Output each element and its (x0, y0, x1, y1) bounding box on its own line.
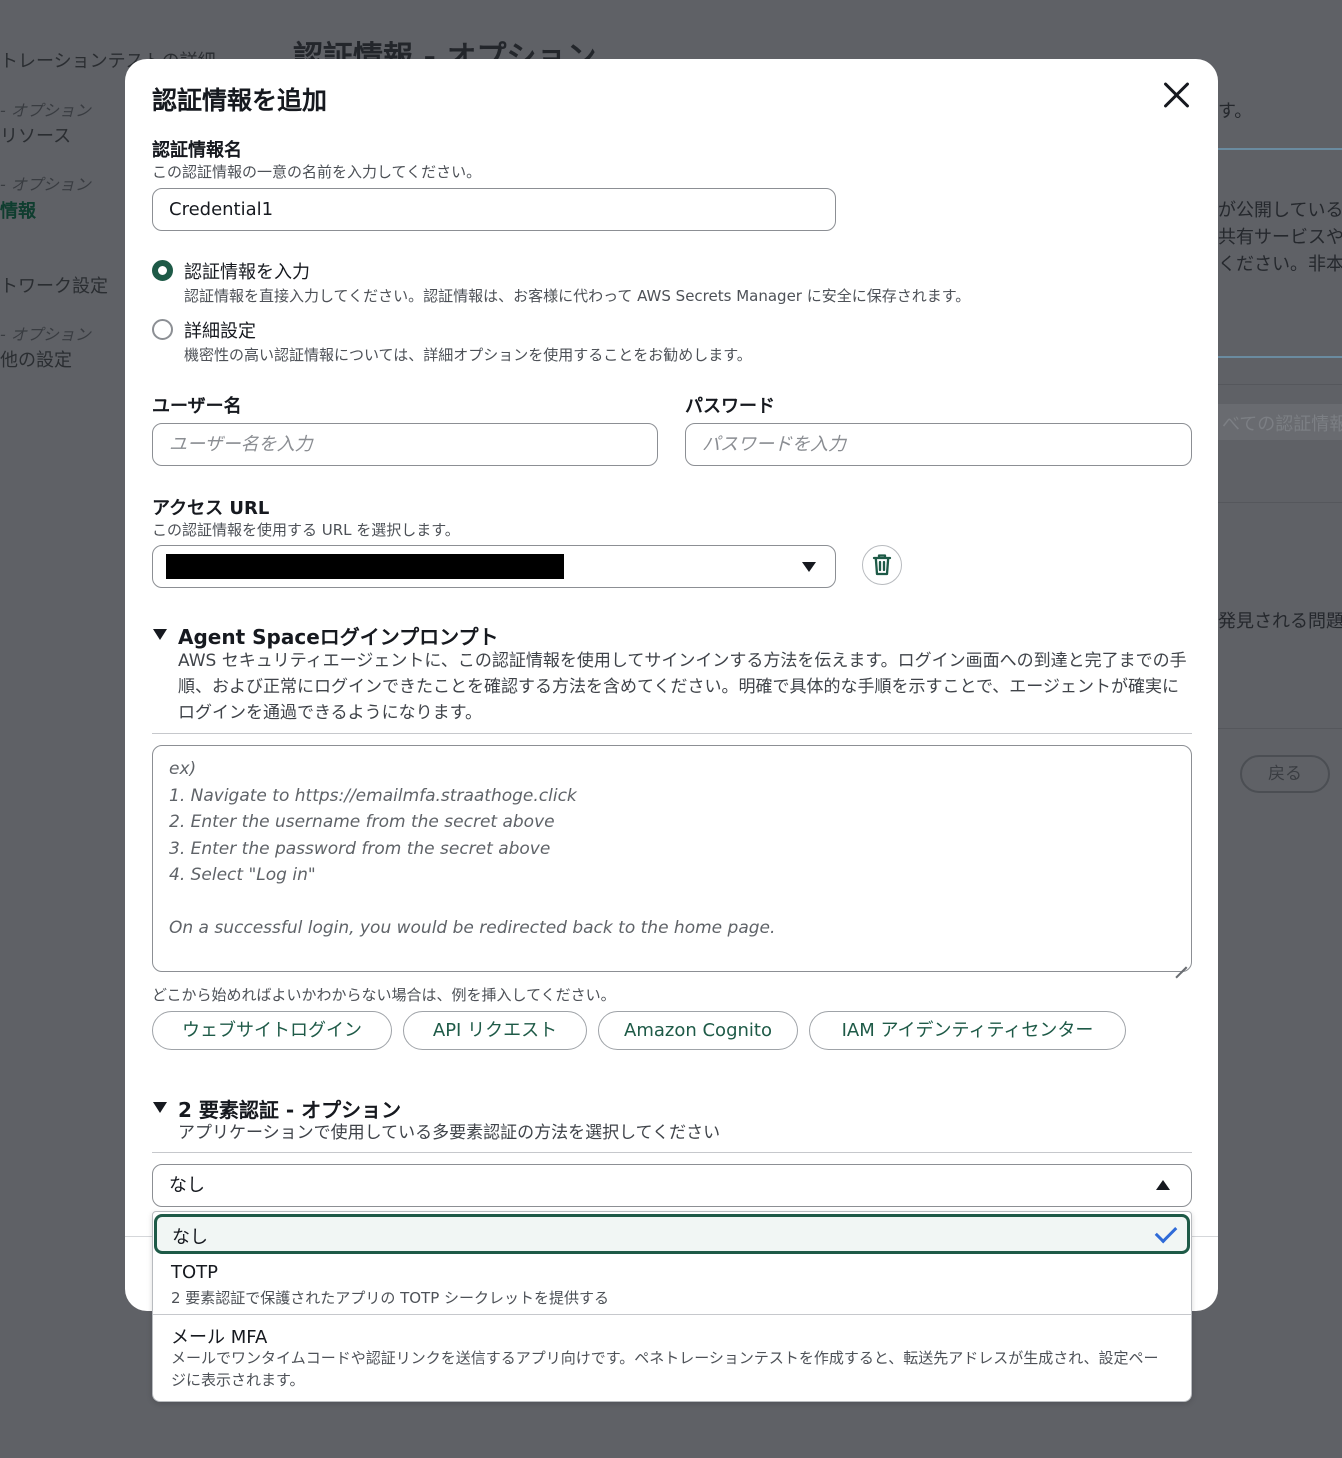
mfa-dropdown-list: なし TOTP 2 要素認証で保護されたアプリの TOTP シークレットを提供す… (152, 1211, 1192, 1402)
placeholder-line (169, 889, 1175, 916)
background-text: す。 (1218, 101, 1253, 122)
background-text: 発見される問題 (1218, 611, 1342, 632)
example-api-request-button[interactable]: API リクエスト (403, 1011, 587, 1050)
modal-title: 認証情報を追加 (152, 86, 328, 115)
delete-url-button[interactable] (862, 545, 902, 585)
mfa-option-email-mfa[interactable]: メール MFA メールでワンタイムコードや認証リンクを送信するアプリ向けです。ペ… (153, 1315, 1191, 1401)
background-highlight: べての認証情報 (1218, 404, 1342, 440)
placeholder-line: 2. Enter the username from the secret ab… (169, 812, 555, 832)
back-button: 戻る (1240, 755, 1330, 793)
mfa-option-totp[interactable]: TOTP 2 要素認証で保護されたアプリの TOTP シークレットを提供する (153, 1256, 1191, 1314)
credential-name-label: 認証情報名 (152, 140, 242, 161)
access-url-select[interactable] (152, 545, 836, 588)
mfa-option-description: 2 要素認証で保護されたアプリの TOTP シークレットを提供する (171, 1289, 610, 1307)
caret-down-icon (802, 562, 816, 572)
background-text: ください。非本 (1218, 254, 1342, 275)
radio-enter-credentials[interactable] (152, 260, 173, 281)
placeholder-line: 3. Enter the password from the secret ab… (169, 838, 551, 859)
examples-hint: どこから始めればよいかわからない場合は、例を挿入してください。 (152, 986, 616, 1004)
background-text: 共有サービスや (1218, 227, 1342, 248)
credential-name-description: この認証情報の一意の名前を入力してください。 (152, 163, 482, 181)
resize-handle-icon[interactable] (1175, 955, 1187, 967)
placeholder-line: On a successful login, you would be redi… (169, 918, 776, 938)
mfa-select-value: なし (169, 1175, 205, 1196)
mfa-title[interactable]: 2 要素認証 - オプション (178, 1094, 401, 1123)
sidebar-step-optional: - オプション (0, 175, 91, 194)
placeholder-line: 1. Navigate to https://emailmfa.straatho… (169, 785, 577, 806)
radio-advanced-settings-description: 機密性の高い認証情報については、詳細オプションを使用することをお勧めします。 (184, 346, 752, 364)
credential-name-input[interactable]: Credential1 (152, 188, 836, 231)
background-text: が公開している (1218, 200, 1342, 221)
access-url-label: アクセス URL (152, 498, 270, 519)
background-divider (1218, 502, 1342, 503)
mfa-option-description: メールでワンタイムコードや認証リンクを送信するアプリ向けです。ペネトレーションテ… (171, 1349, 1159, 1389)
close-icon[interactable] (1161, 79, 1193, 111)
placeholder-line: ex) (169, 759, 197, 779)
section-divider (152, 733, 1192, 734)
password-label: パスワード (685, 396, 775, 417)
username-input[interactable]: ユーザー名を入力 (152, 423, 658, 466)
login-prompt-title[interactable]: Agent Spaceログインプロンプト (178, 621, 499, 650)
login-prompt-description: AWS セキュリティエージェントに、この認証情報を使用してサインインする方法を伝… (178, 651, 1187, 723)
background-divider (1218, 384, 1342, 385)
mfa-option-none[interactable]: なし (154, 1214, 1190, 1254)
expand-caret-icon[interactable] (153, 629, 167, 640)
username-label: ユーザー名 (152, 396, 242, 417)
mfa-option-label: メール MFA (171, 1327, 268, 1348)
example-amazon-cognito-button[interactable]: Amazon Cognito (598, 1011, 798, 1050)
background-text: べての認証情報 (1222, 414, 1342, 435)
sidebar-step-credentials-active: 情報 (0, 201, 36, 222)
radio-advanced-settings-label: 詳細設定 (184, 321, 256, 342)
background-content-right: す。 が公開している 共有サービスや ください。非本 べての認証情報 発見される… (1218, 0, 1342, 1458)
access-url-description: この認証情報を使用する URL を選択します。 (152, 521, 460, 539)
radio-advanced-settings[interactable] (152, 319, 173, 340)
sidebar-step-optional: - オプション (0, 101, 91, 120)
expand-caret-icon[interactable] (153, 1102, 167, 1113)
sidebar-step-other: 他の設定 (0, 350, 72, 371)
password-input[interactable]: パスワードを入力 (685, 423, 1192, 466)
caret-up-icon (1156, 1180, 1170, 1190)
mfa-select[interactable]: なし (152, 1164, 1192, 1207)
mfa-description: アプリケーションで使用している多要素認証の方法を選択してください (178, 1123, 721, 1143)
redacted-url (166, 554, 564, 579)
example-iam-identity-center-button[interactable]: IAM アイデンティティセンター (809, 1011, 1126, 1050)
background-divider (1218, 728, 1342, 729)
placeholder-line: 4. Select "Log in" (169, 865, 316, 885)
radio-enter-credentials-description: 認証情報を直接入力してください。認証情報は、お客様に代わって AWS Secre… (184, 287, 971, 305)
sidebar-step-resources: リソース (0, 126, 72, 147)
mfa-option-label: なし (172, 1227, 208, 1248)
check-icon (1154, 1220, 1178, 1244)
example-website-login-button[interactable]: ウェブサイトログイン (152, 1011, 392, 1050)
login-prompt-textarea[interactable]: ex) 1. Navigate to https://emailmfa.stra… (152, 745, 1192, 972)
trash-icon (872, 554, 892, 576)
section-divider (152, 1152, 1192, 1153)
mfa-option-label: TOTP (171, 1262, 219, 1283)
radio-enter-credentials-label: 認証情報を入力 (184, 262, 310, 283)
add-credential-modal: 認証情報を追加 認証情報名 この認証情報の一意の名前を入力してください。 Cre… (125, 59, 1218, 1311)
sidebar-step-optional: - オプション (0, 325, 91, 344)
sidebar-step-network: トワーク設定 (0, 276, 108, 297)
